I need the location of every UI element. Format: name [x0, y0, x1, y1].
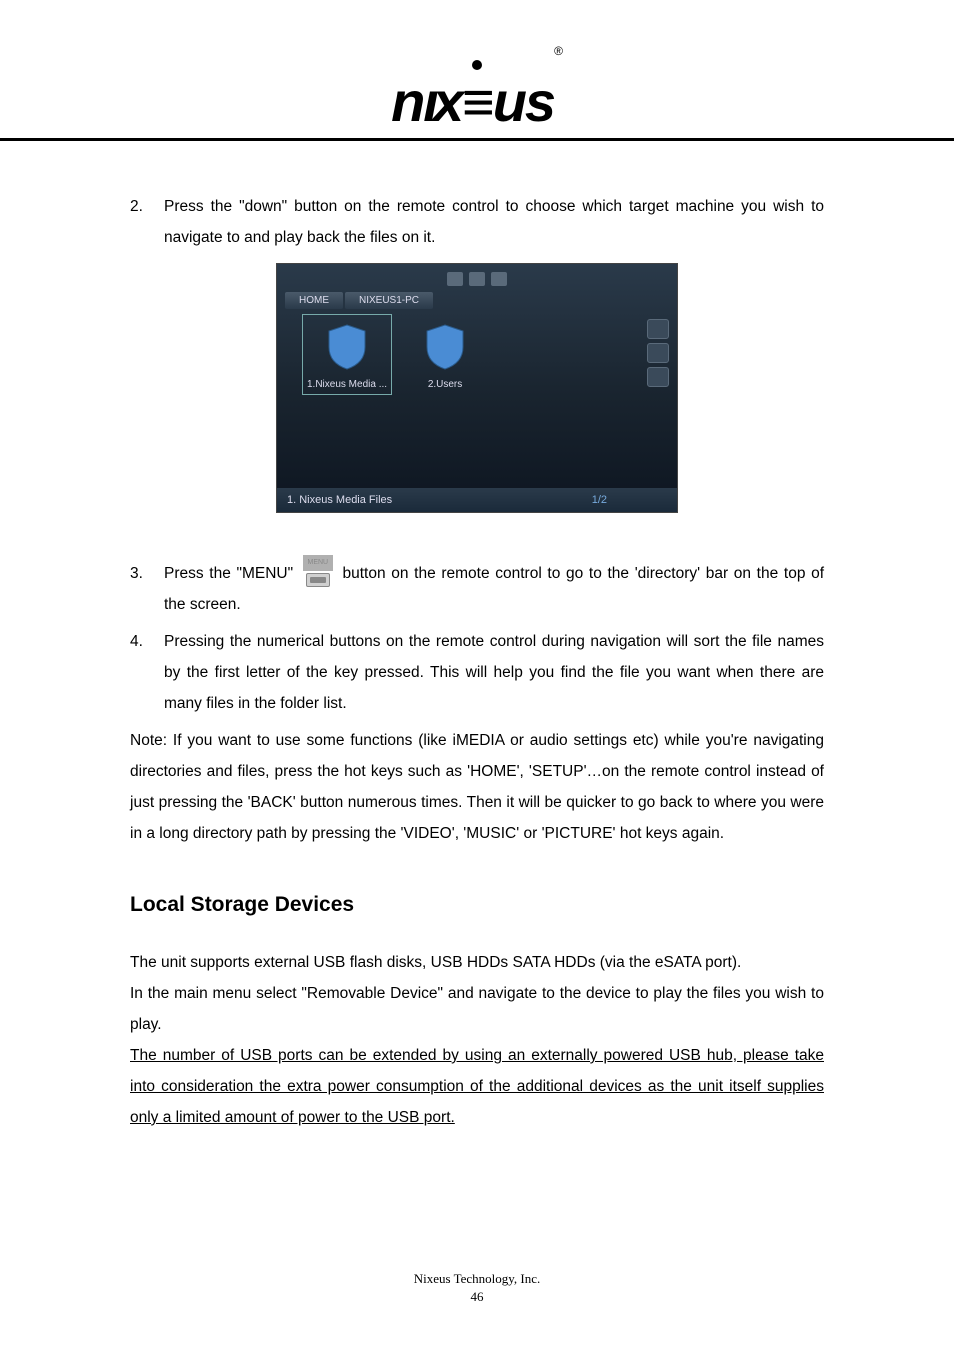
breadcrumb: HOME NIXEUS1-PC [285, 292, 433, 309]
shield-folder-icon [319, 319, 375, 375]
note-paragraph: Note: If you want to use some functions … [130, 725, 824, 849]
step-number: 3. [130, 558, 164, 620]
status-bar: 1. Nixeus Media Files 1/2 [277, 488, 677, 512]
section-heading: Local Storage Devices [130, 893, 824, 917]
status-title: 1. Nixeus Media Files [287, 494, 392, 506]
menu-button-icon: MENU [303, 559, 333, 589]
header-rule [0, 138, 954, 141]
folder-label: 2.Users [417, 379, 473, 390]
page-footer: Nixeus Technology, Inc. 46 [0, 1270, 954, 1306]
sidebar-icons [647, 319, 669, 387]
shield-folder-icon [417, 319, 473, 375]
step-number: 4. [130, 626, 164, 719]
body-paragraph-1: The unit supports external USB flash dis… [130, 947, 824, 978]
registered-mark: ® [554, 44, 563, 58]
sidebar-icon [647, 319, 669, 339]
sidebar-icon [647, 367, 669, 387]
folder-item-2: 2.Users [417, 319, 473, 390]
video-icon [447, 272, 463, 286]
step-text: Pressing the numerical buttons on the re… [164, 626, 824, 719]
picture-icon [491, 272, 507, 286]
step-number: 2. [130, 191, 164, 253]
music-icon [469, 272, 485, 286]
footer-company: Nixeus Technology, Inc. [0, 1270, 954, 1288]
media-type-icons [447, 272, 507, 286]
folder-label: 1.Nixeus Media ... [307, 379, 387, 390]
page-indicator: 1/2 [592, 494, 607, 506]
menu-button-label: MENU [303, 555, 333, 571]
footer-page-number: 46 [0, 1288, 954, 1306]
step-4: 4. Pressing the numerical buttons on the… [130, 626, 824, 719]
sidebar-icon [647, 343, 669, 363]
step-3: 3. Press the "MENU" MENU button on the r… [130, 558, 824, 620]
breadcrumb-home: HOME [285, 292, 343, 309]
logo: nıx≡us® [70, 60, 884, 130]
ui-screenshot: HOME NIXEUS1-PC 1.Nixeus Media ... [276, 263, 678, 513]
logo-text: nıx≡us [391, 70, 554, 133]
breadcrumb-path: NIXEUS1-PC [345, 292, 433, 309]
step-2: 2. Press the "down" button on the remote… [130, 191, 824, 253]
body-paragraph-2: In the main menu select "Removable Devic… [130, 978, 824, 1040]
step-text: Press the "down" button on the remote co… [164, 191, 824, 253]
body-paragraph-3: The number of USB ports can be extended … [130, 1040, 824, 1133]
folder-item-1: 1.Nixeus Media ... [303, 315, 391, 394]
step-text-pre: Press the "MENU" [164, 565, 293, 582]
